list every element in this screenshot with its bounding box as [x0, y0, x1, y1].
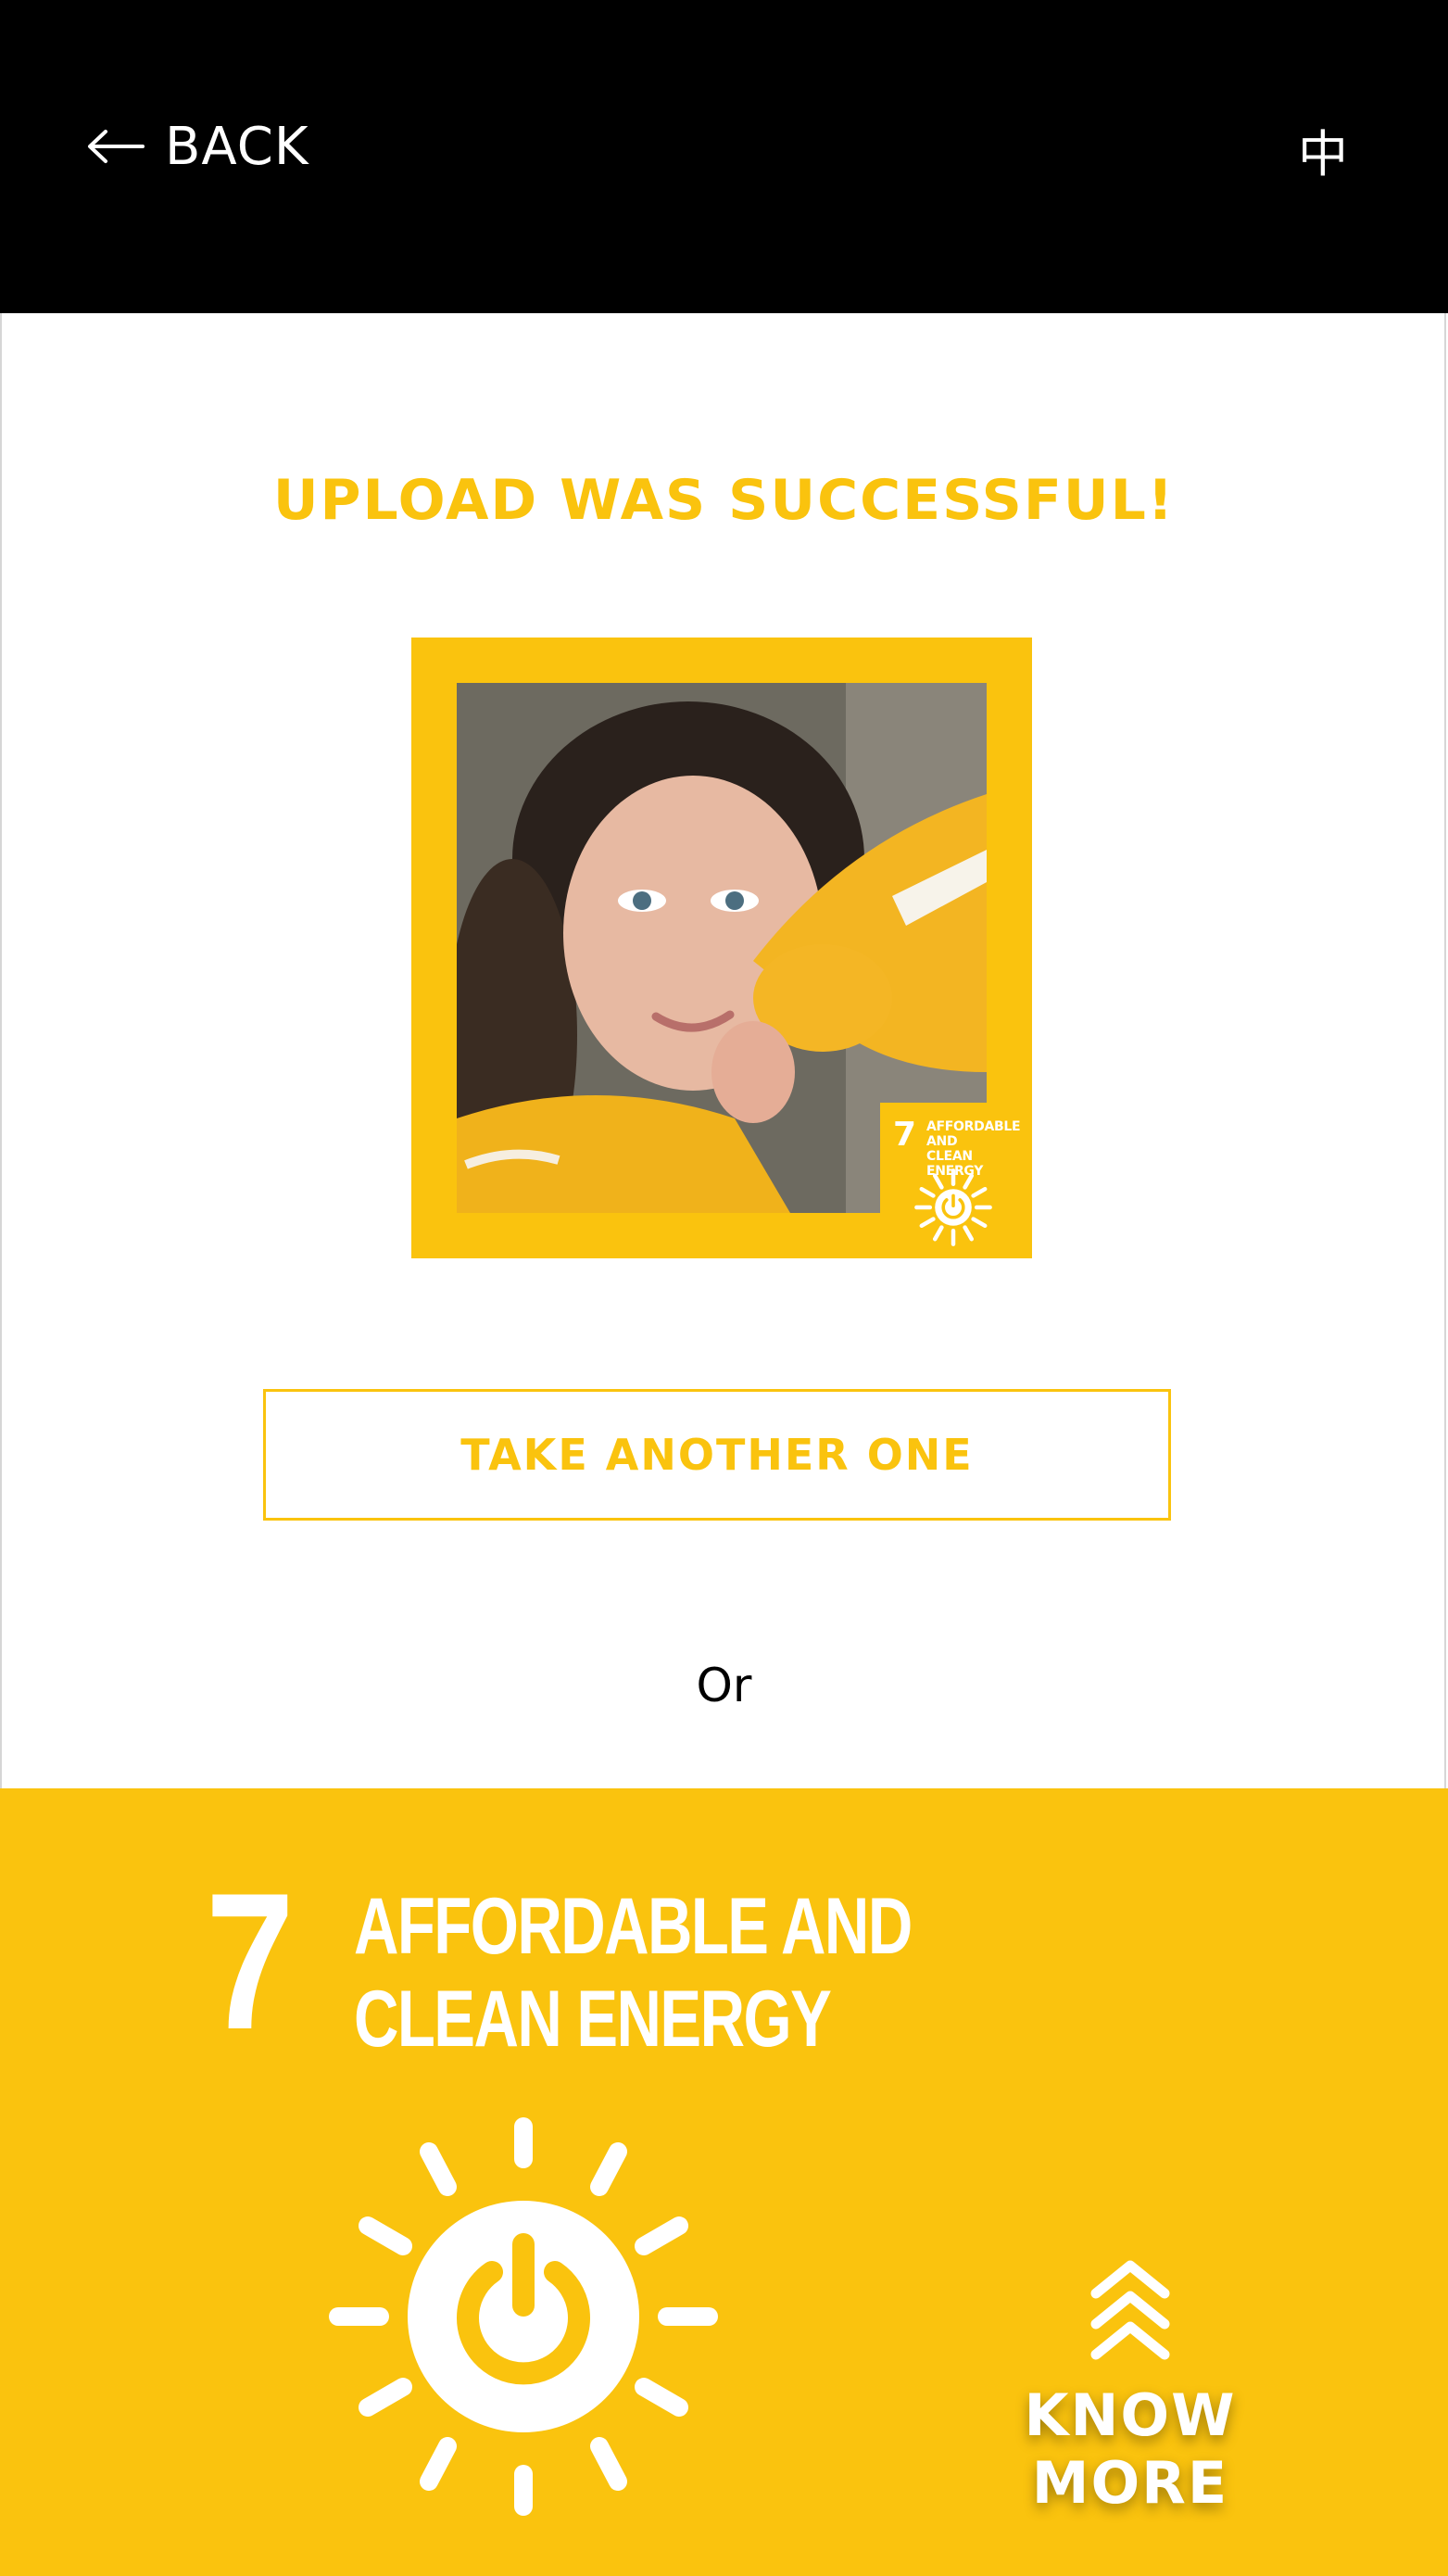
badge-number: 7	[893, 1116, 917, 1154]
sun-power-icon	[329, 2117, 718, 2516]
page-title: UPLOAD WAS SUCCESSFUL!	[272, 468, 1176, 533]
back-label: BACK	[165, 116, 309, 177]
know-more-button[interactable]: KNOW MORE	[936, 2252, 1325, 2517]
uploaded-photo-frame: 7 AFFORDABLE AND CLEAN ENERGY	[411, 638, 1032, 1258]
sdg-number: 7	[206, 1852, 295, 2070]
language-toggle[interactable]: 中	[1298, 113, 1348, 186]
take-another-button[interactable]: TAKE ANOTHER ONE	[263, 1389, 1171, 1521]
sun-power-icon	[914, 1168, 992, 1246]
chevron-double-up-icon	[1090, 2260, 1170, 2360]
top-bar: BACK 中	[0, 0, 1448, 313]
arrow-left-icon	[88, 130, 145, 163]
or-separator: Or	[696, 1659, 752, 1712]
badge-title-line1: AFFORDABLE AND	[926, 1119, 1021, 1149]
know-more-label: KNOW MORE	[1024, 2381, 1237, 2517]
sdg-title-line2: CLEAN ENERGY	[354, 1975, 832, 2064]
back-button[interactable]: BACK	[85, 109, 309, 183]
sdg-photo-badge: 7 AFFORDABLE AND CLEAN ENERGY	[880, 1103, 1032, 1258]
sdg-title-line1: AFFORDABLE AND	[354, 1882, 913, 1971]
